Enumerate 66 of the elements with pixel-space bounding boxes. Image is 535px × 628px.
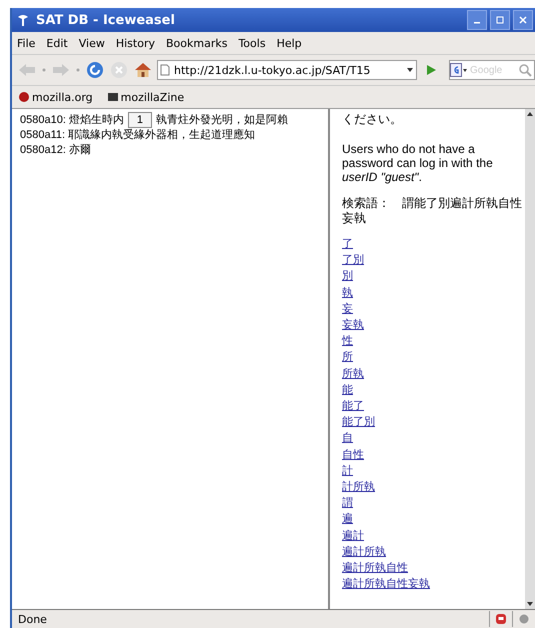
term-link[interactable]: 所	[342, 349, 353, 366]
bookmark-link[interactable]: mozilla.org	[18, 90, 93, 104]
term-link[interactable]: 計所執	[342, 479, 375, 496]
menu-item[interactable]: Bookmarks	[166, 36, 228, 50]
text-line: 耶識緣内執受緣外器相，生起道理應知	[68, 128, 256, 142]
zine-icon	[106, 91, 119, 103]
term-link[interactable]: 執	[342, 284, 353, 301]
scrollbar[interactable]	[525, 109, 535, 609]
menu-item[interactable]: History	[116, 36, 155, 50]
close-button[interactable]	[513, 10, 533, 30]
term-link[interactable]: 自	[342, 430, 353, 447]
adblock-icon[interactable]	[495, 613, 507, 625]
scroll-up-icon[interactable]	[526, 111, 534, 117]
page-icon	[160, 64, 170, 76]
go-icon[interactable]	[425, 64, 437, 76]
menu-item[interactable]: Edit	[46, 36, 68, 50]
term-link[interactable]: 遍計	[342, 528, 364, 544]
term-link[interactable]: 能了別	[342, 414, 375, 430]
maximize-icon	[495, 15, 505, 25]
bookmark-link[interactable]: mozillaZine	[106, 90, 184, 104]
count-field[interactable]: 1	[128, 112, 152, 128]
text-line: 燈焰生時内	[68, 113, 124, 127]
scroll-down-icon[interactable]	[526, 601, 534, 607]
term-link[interactable]: 謂	[342, 495, 353, 512]
minimize-icon	[474, 22, 480, 24]
term-link[interactable]: 自性	[342, 446, 364, 463]
url-text: http://21dzk.l.u-tokyo.ac.jp/SAT/T15	[174, 64, 372, 76]
menu-item[interactable]: Tools	[238, 36, 266, 50]
status-dot-icon	[518, 613, 530, 625]
term-link[interactable]: 計	[342, 462, 353, 480]
term-link[interactable]: 遍計所執自性	[342, 560, 408, 576]
line-reference: 0580a11:	[20, 128, 66, 140]
search-terms-text: 検索語： 謂能了別遍計所執自性妄執	[342, 196, 523, 226]
term-link[interactable]: 遍計所執	[342, 544, 386, 560]
note-text: ください。	[342, 111, 403, 128]
term-link[interactable]: 遍	[342, 511, 353, 528]
address-field[interactable]: http://21dzk.l.u-tokyo.ac.jp/SAT/T15	[157, 60, 417, 80]
line-reference: 0580a12:	[20, 144, 66, 156]
line-reference: 0580a10:	[20, 114, 66, 126]
term-link[interactable]: 能了	[342, 398, 364, 414]
window-title: SAT DB - Iceweasel	[36, 12, 175, 28]
term-link[interactable]: 性	[342, 333, 353, 350]
term-link[interactable]: 妄執	[342, 317, 364, 334]
term-link[interactable]: 了別	[342, 252, 364, 268]
text-line: 執青炷外發光明，如是阿賴	[156, 112, 288, 127]
term-link[interactable]: 遍計所執自性妄執	[342, 576, 430, 592]
menu-item[interactable]: View	[78, 36, 105, 50]
term-link[interactable]: 了	[342, 236, 353, 252]
term-link[interactable]: 能	[342, 382, 353, 398]
minimize-button[interactable]	[467, 10, 487, 30]
menu-item[interactable]: File	[17, 36, 36, 50]
menu-item[interactable]: Help	[276, 36, 302, 50]
term-link[interactable]: 妄	[342, 300, 353, 318]
home-icon[interactable]	[133, 61, 153, 79]
search-icon[interactable]	[518, 63, 532, 77]
maximize-button[interactable]	[490, 10, 510, 30]
search-engine-icon[interactable]	[450, 63, 468, 77]
reload-icon[interactable]	[85, 61, 105, 79]
globe-icon	[18, 91, 30, 103]
term-link[interactable]: 別	[342, 268, 353, 285]
term-link[interactable]: 所執	[342, 366, 364, 382]
app-icon	[16, 13, 30, 27]
text-line: 亦爾	[68, 142, 91, 157]
status-text: Done	[17, 612, 48, 626]
close-icon	[518, 15, 528, 25]
login-note: Users who do not have a password can log in with the userID "guest".	[342, 142, 494, 184]
